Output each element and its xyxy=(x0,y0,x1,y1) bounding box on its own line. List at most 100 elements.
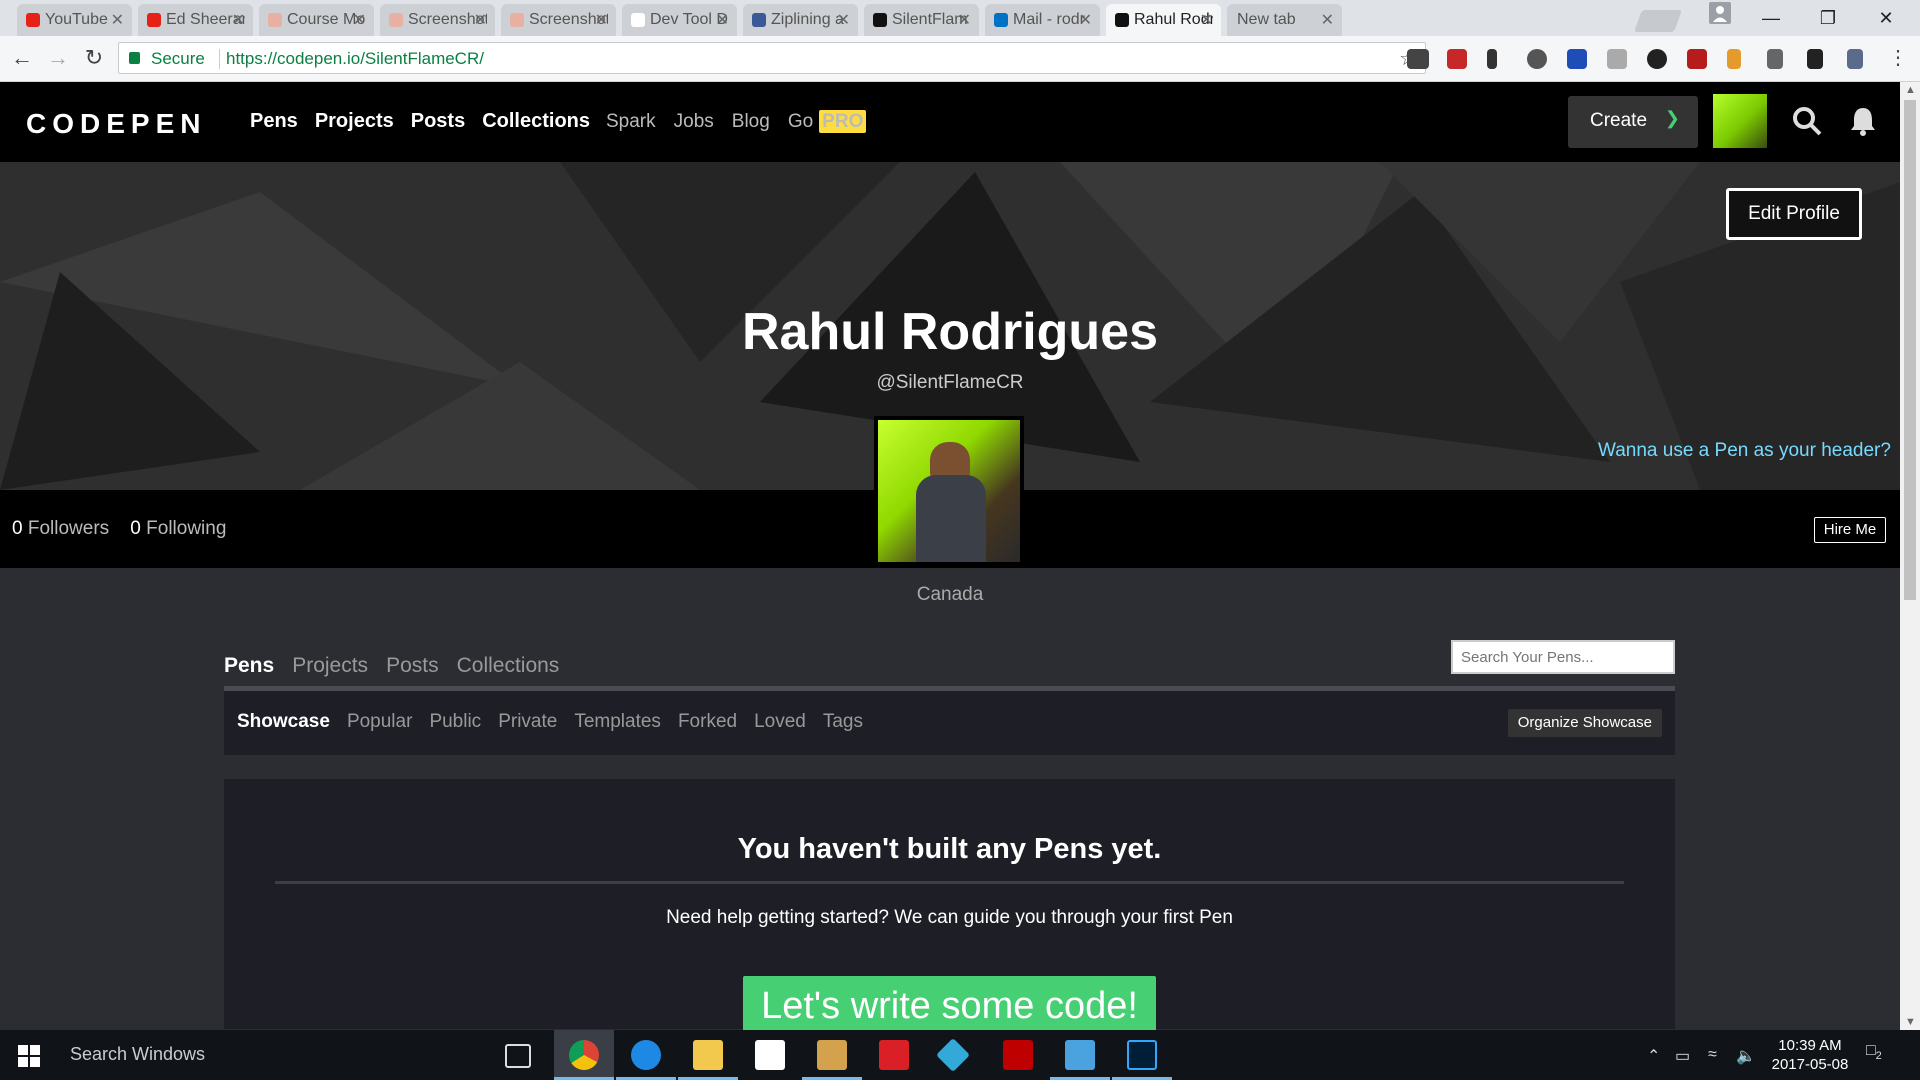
browser-tab[interactable]: Screenshot ✕ xyxy=(380,4,495,36)
edit-profile-button[interactable]: Edit Profile xyxy=(1726,188,1862,240)
chrome-icon[interactable] xyxy=(569,1040,599,1070)
store-icon[interactable] xyxy=(755,1040,785,1070)
tab-posts[interactable]: Posts xyxy=(386,654,439,678)
filter-private[interactable]: Private xyxy=(498,711,557,733)
lightning-icon[interactable] xyxy=(1487,49,1497,69)
extension-icon[interactable] xyxy=(1807,49,1823,69)
search-icon[interactable] xyxy=(1792,106,1822,136)
close-tab-icon[interactable]: ✕ xyxy=(958,10,971,30)
chrome-menu-icon[interactable]: ⋮ xyxy=(1884,44,1912,72)
clock[interactable]: 10:39 AM 2017-05-08 xyxy=(1770,1036,1850,1074)
nav-posts[interactable]: Posts xyxy=(411,110,465,133)
cast-icon[interactable] xyxy=(1407,49,1429,69)
photoshop-icon[interactable] xyxy=(1127,1040,1157,1070)
windows-search[interactable]: Search Windows xyxy=(70,1044,205,1065)
url-text[interactable]: https://codepen.io/SilentFlameCR/ xyxy=(226,49,484,69)
pen-header-link[interactable]: Wanna use a Pen as your header? xyxy=(1598,440,1891,462)
volume-muted-icon[interactable]: 🔈 xyxy=(1736,1046,1756,1066)
close-tab-icon[interactable]: ✕ xyxy=(474,10,487,30)
search-pens-input[interactable] xyxy=(1451,640,1675,674)
close-tab-icon[interactable]: ✕ xyxy=(837,10,850,30)
nav-spark[interactable]: Spark xyxy=(606,111,656,133)
browser-tab[interactable]: Dev Tool D ✕ xyxy=(622,4,737,36)
forward-icon[interactable]: → xyxy=(44,44,72,72)
close-tab-icon[interactable]: ✕ xyxy=(716,10,729,30)
kodi-icon[interactable] xyxy=(936,1038,970,1072)
close-window-icon[interactable]: ✕ xyxy=(1858,0,1914,36)
scroll-thumb[interactable] xyxy=(1904,100,1916,600)
browser-tab[interactable]: Rahul Rodr ✕ xyxy=(1106,4,1221,36)
organize-showcase-button[interactable]: Organize Showcase xyxy=(1507,709,1662,737)
reload-icon[interactable]: ↻ xyxy=(80,44,108,72)
profile-icon[interactable] xyxy=(1692,0,1748,36)
nav-go-pro[interactable]: Go PRO xyxy=(788,110,867,133)
pdf-icon[interactable] xyxy=(1687,49,1707,69)
filter-showcase[interactable]: Showcase xyxy=(237,711,330,733)
scroll-up-icon[interactable]: ▲ xyxy=(1905,84,1916,96)
extension-icon[interactable] xyxy=(1607,49,1627,69)
back-icon[interactable]: ← xyxy=(8,44,36,72)
close-tab-icon[interactable]: ✕ xyxy=(1200,10,1213,30)
scroll-down-icon[interactable]: ▼ xyxy=(1905,1016,1916,1028)
restore-icon[interactable]: ❐ xyxy=(1800,0,1856,36)
close-tab-icon[interactable]: ✕ xyxy=(353,10,366,30)
close-tab-icon[interactable]: ✕ xyxy=(232,10,245,30)
close-tab-icon[interactable]: ✕ xyxy=(1321,10,1334,30)
avatar[interactable] xyxy=(1713,94,1767,148)
filter-templates[interactable]: Templates xyxy=(574,711,661,733)
app-icon[interactable] xyxy=(1065,1040,1095,1070)
browser-tab[interactable]: New tab ✕ xyxy=(1227,4,1342,36)
write-code-button[interactable]: Let's write some code! xyxy=(743,976,1156,1036)
nav-blog[interactable]: Blog xyxy=(732,111,770,133)
filter-popular[interactable]: Popular xyxy=(347,711,413,733)
codepen-logo[interactable]: CODEPEN xyxy=(26,108,206,140)
bell-icon[interactable] xyxy=(1848,106,1878,136)
new-tab-button[interactable] xyxy=(1633,10,1683,32)
close-tab-icon[interactable]: ✕ xyxy=(1079,10,1092,30)
browser-tab[interactable]: SilentFlam ✕ xyxy=(864,4,979,36)
sublime-icon[interactable] xyxy=(817,1040,847,1070)
tab-collections[interactable]: Collections xyxy=(457,654,560,678)
browser-tab[interactable]: Ziplining a ✕ xyxy=(743,4,858,36)
browser-tab[interactable]: Mail - rodr ✕ xyxy=(985,4,1100,36)
extension-icon[interactable] xyxy=(1647,49,1667,69)
omnibox[interactable]: Secure https://codepen.io/SilentFlameCR/… xyxy=(118,42,1426,74)
tray-chevron-icon[interactable]: ⌃ xyxy=(1647,1046,1660,1066)
nav-projects[interactable]: Projects xyxy=(315,110,394,133)
browser-tab[interactable]: Ed Sheeran ✕ xyxy=(138,4,253,36)
nav-jobs[interactable]: Jobs xyxy=(674,111,714,133)
extension-icon[interactable] xyxy=(1727,49,1741,69)
tab-pens[interactable]: Pens xyxy=(224,654,274,678)
battery-icon[interactable]: ▭ xyxy=(1675,1046,1690,1066)
minimize-icon[interactable]: — xyxy=(1743,0,1799,36)
browser-tab[interactable]: Course Mo ✕ xyxy=(259,4,374,36)
nav-pens[interactable]: Pens xyxy=(250,110,298,133)
filter-tags[interactable]: Tags xyxy=(823,711,863,733)
extension-icon[interactable] xyxy=(1567,49,1587,69)
browser-tab[interactable]: Screenshot ✕ xyxy=(501,4,616,36)
windows-start-icon[interactable] xyxy=(18,1045,40,1067)
adblock-icon[interactable] xyxy=(1447,49,1467,69)
extension-icon[interactable] xyxy=(1767,49,1783,69)
tab-projects[interactable]: Projects xyxy=(292,654,368,678)
file-explorer-icon[interactable] xyxy=(693,1040,723,1070)
page-scrollbar[interactable]: ▲ ▼ xyxy=(1900,82,1920,1030)
nav-collections[interactable]: Collections xyxy=(482,110,590,133)
close-tab-icon[interactable]: ✕ xyxy=(595,10,608,30)
followers-link[interactable]: Followers xyxy=(28,518,109,539)
wifi-icon[interactable]: ≈ xyxy=(1708,1046,1717,1064)
filter-loved[interactable]: Loved xyxy=(754,711,806,733)
edge-icon[interactable] xyxy=(631,1040,661,1070)
wordpress-icon[interactable] xyxy=(1527,49,1547,69)
hire-me-button[interactable]: Hire Me xyxy=(1814,517,1886,543)
create-button[interactable]: Create ❯ xyxy=(1568,96,1698,148)
filter-public[interactable]: Public xyxy=(429,711,481,733)
task-view-icon[interactable] xyxy=(505,1044,531,1068)
browser-tab[interactable]: YouTube ✕ xyxy=(17,4,132,36)
filezilla-icon[interactable] xyxy=(1003,1040,1033,1070)
filter-forked[interactable]: Forked xyxy=(678,711,737,733)
eyedropper-icon[interactable] xyxy=(1847,49,1863,69)
creative-cloud-icon[interactable] xyxy=(879,1040,909,1070)
action-center-icon[interactable]: □2 xyxy=(1866,1042,1882,1062)
close-tab-icon[interactable]: ✕ xyxy=(111,10,124,30)
